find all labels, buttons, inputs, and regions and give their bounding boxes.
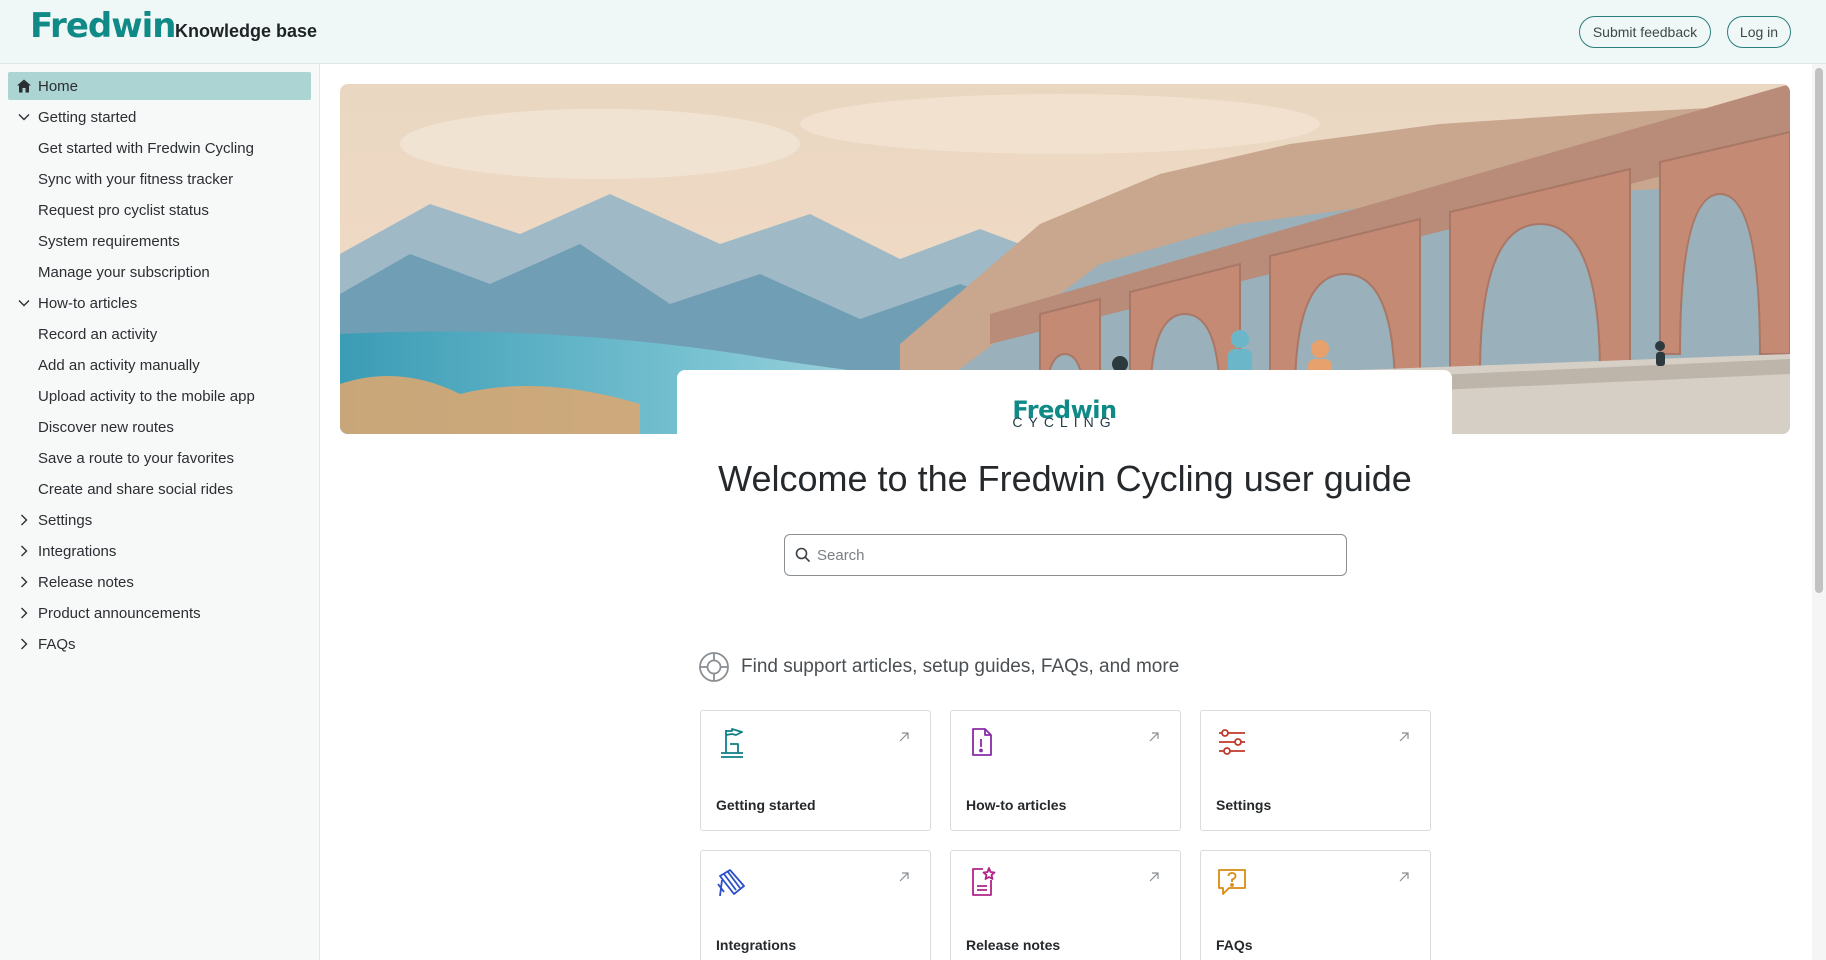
sidebar: Home Getting started Get started with Fr… <box>0 64 320 960</box>
logo[interactable]: Fredwin <box>30 6 176 46</box>
page-scrollbar[interactable] <box>1812 64 1826 960</box>
sidebar-item-label: Discover new routes <box>38 419 174 436</box>
sidebar-item-home[interactable]: Home <box>8 72 311 100</box>
chevron-down-icon <box>18 114 30 121</box>
sidebar-item-label: Product announcements <box>38 605 201 622</box>
lifebuoy-icon <box>699 652 729 682</box>
external-arrow-icon <box>1399 732 1409 742</box>
top-header: Fredwin Knowledge base Submit feedback L… <box>0 0 1826 64</box>
sidebar-item-label: Release notes <box>38 574 134 591</box>
sliders-icon <box>1219 729 1245 755</box>
sidebar-item-save-route[interactable]: Save a route to your favorites <box>8 444 311 472</box>
sidebar-item-getting-started[interactable]: Getting started <box>8 103 311 131</box>
sidebar-item-label: Request pro cyclist status <box>38 202 209 219</box>
scrollbar-thumb[interactable] <box>1815 68 1823 593</box>
external-arrow-icon <box>899 732 909 742</box>
sidebar-item-product-announcements[interactable]: Product announcements <box>8 599 311 627</box>
sidebar-item-label: Settings <box>38 512 93 529</box>
card-how-to-articles[interactable]: How-to articles <box>950 710 1181 831</box>
section-heading: Find support articles, setup guides, FAQ… <box>698 650 1179 684</box>
question-bubble-icon <box>1218 869 1246 895</box>
external-arrow-icon <box>1399 872 1409 882</box>
brand-sub-wrapper: CYCLING <box>677 410 1452 434</box>
login-button[interactable]: Log in <box>1727 16 1791 48</box>
card-label: FAQs <box>1216 937 1253 953</box>
document-star-icon <box>972 867 996 896</box>
sidebar-item-label: Home <box>38 78 79 95</box>
card-getting-started[interactable]: Getting started <box>700 710 931 831</box>
search-icon <box>795 547 811 563</box>
sidebar-item-label: Add an activity manually <box>38 357 200 374</box>
sidebar-item-label: Get started with Fredwin Cycling <box>38 140 254 157</box>
card-label: How-to articles <box>966 797 1067 813</box>
chevron-right-icon <box>21 638 28 650</box>
sidebar-item-label: Upload activity to the mobile app <box>38 388 255 405</box>
sidebar-item-sync-tracker[interactable]: Sync with your fitness tracker <box>8 165 311 193</box>
sidebar-item-upload-activity[interactable]: Upload activity to the mobile app <box>8 382 311 410</box>
search-input[interactable] <box>817 541 1337 569</box>
card-settings[interactable]: Settings <box>1200 710 1431 831</box>
sidebar-item-label: Manage your subscription <box>38 264 210 281</box>
card-release-notes[interactable]: Release notes <box>950 850 1181 960</box>
sidebar-item-label: Getting started <box>38 109 137 126</box>
sidebar-item-settings[interactable]: Settings <box>8 506 311 534</box>
card-label: Settings <box>1216 797 1272 813</box>
chevron-right-icon <box>21 576 28 588</box>
card-label: Release notes <box>966 937 1061 953</box>
chevron-right-icon <box>21 545 28 557</box>
sidebar-item-label: How-to articles <box>38 295 138 312</box>
sidebar-item-label: Sync with your fitness tracker <box>38 171 234 188</box>
sidebar-item-social-rides[interactable]: Create and share social rides <box>8 475 311 503</box>
card-faqs[interactable]: FAQs <box>1200 850 1431 960</box>
page-title: Welcome to the Fredwin Cycling user guid… <box>718 458 1412 499</box>
sidebar-item-label: Integrations <box>38 543 117 560</box>
section-heading-text: Find support articles, setup guides, FAQ… <box>741 656 1180 677</box>
chevron-down-icon <box>18 300 30 307</box>
card-label: Integrations <box>716 937 797 953</box>
home-icon <box>17 79 31 93</box>
sidebar-item-faqs[interactable]: FAQs <box>8 630 311 658</box>
sidebar-item-subscription[interactable]: Manage your subscription <box>8 258 311 286</box>
sidebar-item-label: FAQs <box>38 636 76 653</box>
brand-tagline: CYCLING <box>1012 414 1117 430</box>
external-arrow-icon <box>1149 872 1159 882</box>
external-arrow-icon <box>899 872 909 882</box>
sidebar-item-integrations[interactable]: Integrations <box>8 537 311 565</box>
submit-feedback-button[interactable]: Submit feedback <box>1579 16 1711 48</box>
card-integrations[interactable]: Integrations <box>700 850 931 960</box>
sidebar-item-get-started[interactable]: Get started with Fredwin Cycling <box>8 134 311 162</box>
search-box[interactable] <box>784 534 1347 576</box>
sidebar-item-system-requirements[interactable]: System requirements <box>8 227 311 255</box>
plug-icon <box>717 869 745 897</box>
knowledge-base-label: Knowledge base <box>175 21 318 41</box>
sidebar-item-label: System requirements <box>38 233 180 250</box>
flag-icon <box>721 728 743 758</box>
sidebar-item-how-to[interactable]: How-to articles <box>8 289 311 317</box>
card-label: Getting started <box>716 797 816 813</box>
document-info-icon <box>972 728 992 756</box>
sidebar-item-add-activity[interactable]: Add an activity manually <box>8 351 311 379</box>
sidebar-item-discover-routes[interactable]: Discover new routes <box>8 413 311 441</box>
sidebar-item-label: Record an activity <box>38 326 158 343</box>
chevron-right-icon <box>21 607 28 619</box>
chevron-right-icon <box>21 514 28 526</box>
sidebar-item-pro-status[interactable]: Request pro cyclist status <box>8 196 311 224</box>
sidebar-item-record-activity[interactable]: Record an activity <box>8 320 311 348</box>
external-arrow-icon <box>1149 732 1159 742</box>
sidebar-item-release-notes[interactable]: Release notes <box>8 568 311 596</box>
sidebar-item-label: Save a route to your favorites <box>38 450 234 467</box>
sidebar-item-label: Create and share social rides <box>38 481 234 498</box>
